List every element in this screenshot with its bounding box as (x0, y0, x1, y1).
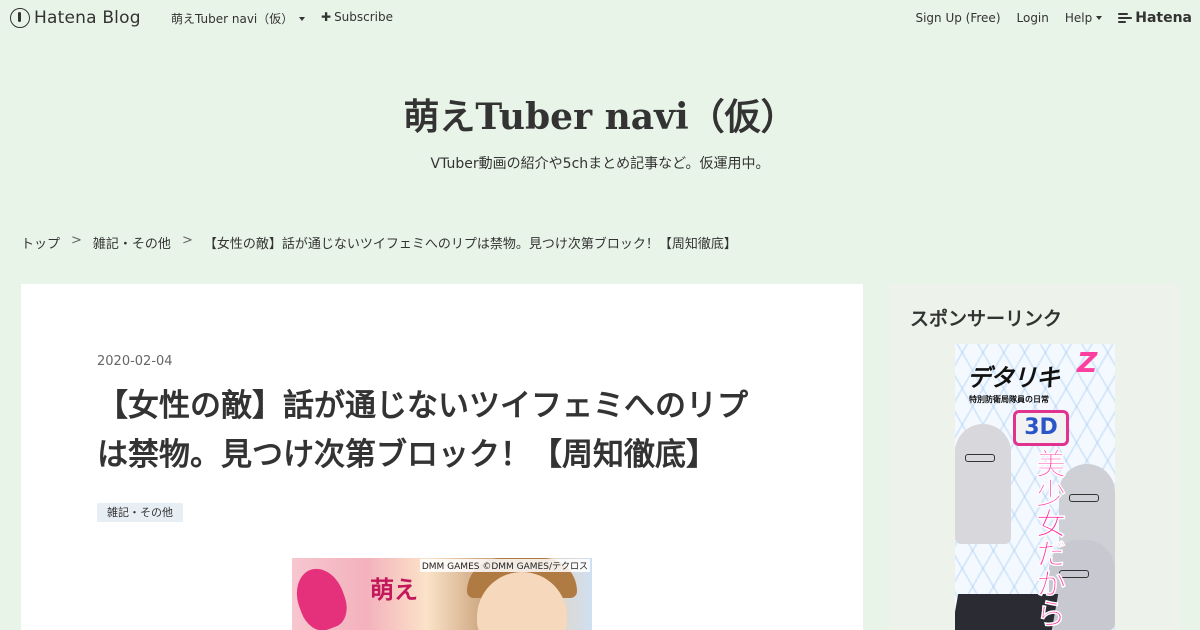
help-menu[interactable]: Help (1064, 11, 1103, 25)
entry-card: 2020-02-04 【女性の敵】話が通じないツイフェミへのリプ は禁物。見つけ… (21, 284, 863, 630)
hatena-label: Hatena (1135, 10, 1192, 26)
breadcrumb-current: 【女性の敵】話が通じないツイフェミへのリプは禁物。見つけ次第ブロック！【周知徹底… (203, 237, 737, 252)
account-links: Sign Up (Free) Login Help Hatena (899, 10, 1192, 26)
entry-thumbnail-image[interactable]: 萌え DMM GAMES ©DMM GAMES/テクロス (292, 558, 592, 630)
glasses-shape (965, 454, 995, 462)
breadcrumb: トップ > 雑記・その他 > 【女性の敵】話が通じないツイフェミへのリプは禁物。… (21, 233, 737, 252)
sponsor-ad-banner[interactable]: デタリキ Z 特別防衛局隊員の日常 3D 美少女だから (955, 344, 1115, 630)
entry-title-line-1: 【女性の敵】話が通じないツイフェミへのリプ (97, 388, 748, 424)
ad-3d-badge: 3D (1013, 410, 1069, 446)
entry-title-line-2: は禁物。見つけ次第ブロック！【周知徹底】 (97, 437, 717, 473)
heart-shape (292, 562, 354, 630)
subscribe-label: Subscribe (334, 10, 394, 24)
breadcrumb-separator: > (71, 233, 82, 248)
ad-character (955, 424, 1011, 544)
ad-logo-suffix: Z (1077, 346, 1098, 379)
breadcrumb-separator: > (181, 233, 193, 248)
ad-logo: デタリキ (967, 364, 1060, 392)
brand-text: Hatena Blog (34, 8, 141, 28)
chevron-down-icon (299, 16, 306, 21)
glasses-shape (1069, 494, 1099, 502)
hatena-mark-icon (1118, 13, 1133, 23)
chevron-down-icon (1096, 16, 1103, 20)
login-link[interactable]: Login (1017, 11, 1049, 25)
breadcrumb-top[interactable]: トップ (21, 233, 60, 252)
ad-subtitle: 特別防衛局隊員の日常 (969, 395, 1049, 404)
signup-link[interactable]: Sign Up (Free) (915, 11, 1000, 25)
blog-name-menu[interactable]: 萌えTuber navi（仮） (171, 10, 306, 27)
hatena-link[interactable]: Hatena (1118, 10, 1192, 26)
hatena-blog-icon (10, 8, 30, 28)
ad-tagline: 美少女だから (1030, 448, 1066, 629)
blog-name-label: 萌えTuber navi（仮） (171, 12, 294, 26)
hatena-blog-logo[interactable]: Hatena Blog (10, 7, 141, 29)
breadcrumb-category[interactable]: 雑記・その他 (93, 233, 171, 252)
entry-date[interactable]: 2020-02-04 (97, 354, 173, 369)
image-title-text: 萌え (370, 576, 418, 604)
blog-title[interactable]: 萌えTuber navi（仮） (0, 88, 1200, 140)
global-header: Hatena Blog 萌えTuber navi（仮） ✚ Subscribe … (0, 0, 1200, 36)
sidebar-title: スポンサーリンク (910, 308, 1063, 330)
image-credit: DMM GAMES ©DMM GAMES/テクロス (419, 559, 590, 572)
sidebar: スポンサーリンク デタリキ Z 特別防衛局隊員の日常 3D 美少女だから (890, 284, 1180, 630)
entry-title[interactable]: 【女性の敵】話が通じないツイフェミへのリプ は禁物。見つけ次第ブロック！【周知徹… (97, 382, 797, 480)
help-label: Help (1064, 11, 1093, 25)
blog-description: VTuber動画の紹介や5chまとめ記事など。仮運用中。 (430, 156, 770, 172)
plus-icon: ✚ (321, 10, 332, 24)
category-tag[interactable]: 雑記・その他 (97, 503, 183, 522)
subscribe-button[interactable]: ✚ Subscribe (321, 10, 393, 24)
